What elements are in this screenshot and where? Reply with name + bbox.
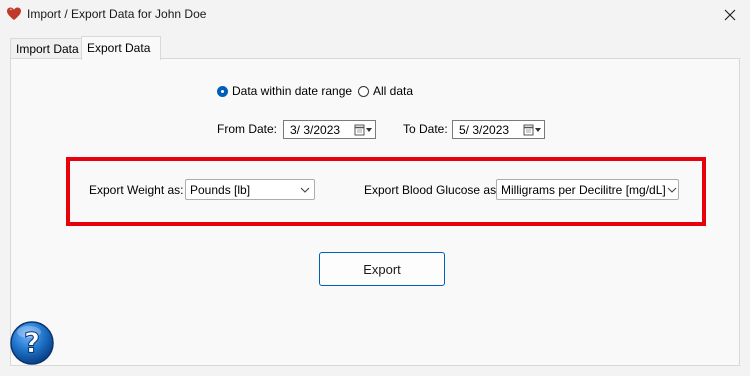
svg-text:?: ? [24, 326, 40, 359]
glucose-unit-value: Milligrams per Decilitre [mg/dL] [501, 182, 666, 197]
window-title: Import / Export Data for John Doe [27, 7, 207, 21]
weight-unit-label: Export Weight as: [89, 183, 184, 197]
to-date-label: To Date: [403, 122, 448, 136]
radio-date-range[interactable]: Data within date range [217, 84, 352, 98]
tab-import-data[interactable]: Import Data [10, 38, 90, 59]
title-bar: Import / Export Data for John Doe [0, 0, 750, 30]
help-button[interactable]: ? [9, 320, 55, 366]
export-button[interactable]: Export [319, 252, 445, 286]
from-date-picker[interactable]: 3/ 3/2023 [283, 120, 376, 139]
radio-all-data[interactable]: All data [358, 84, 413, 98]
calendar-dropdown-icon[interactable] [353, 121, 375, 138]
glucose-unit-label: Export Blood Glucose as: [364, 183, 500, 197]
calendar-dropdown-icon[interactable] [522, 121, 544, 138]
glucose-unit-select[interactable]: Milligrams per Decilitre [mg/dL] [496, 179, 679, 200]
tab-export-data[interactable]: Export Data [81, 36, 161, 60]
to-date-picker[interactable]: 5/ 3/2023 [452, 120, 545, 139]
radio-unchecked-indicator [358, 85, 369, 97]
help-icon: ? [10, 321, 54, 365]
chevron-down-icon [666, 187, 678, 193]
radio-all-data-label: All data [373, 84, 414, 98]
close-button[interactable] [710, 0, 750, 30]
to-date-value: 5/ 3/2023 [459, 122, 510, 137]
from-date-label: From Date: [217, 122, 278, 136]
chevron-down-icon [296, 187, 314, 193]
from-date-value: 3/ 3/2023 [290, 122, 341, 137]
radio-date-range-label: Data within date range [232, 84, 353, 98]
close-icon [724, 9, 736, 21]
weight-unit-value: Pounds [lb] [190, 182, 251, 197]
radio-checked-indicator [217, 85, 228, 97]
weight-unit-select[interactable]: Pounds [lb] [185, 179, 315, 200]
heart-icon [7, 7, 21, 20]
